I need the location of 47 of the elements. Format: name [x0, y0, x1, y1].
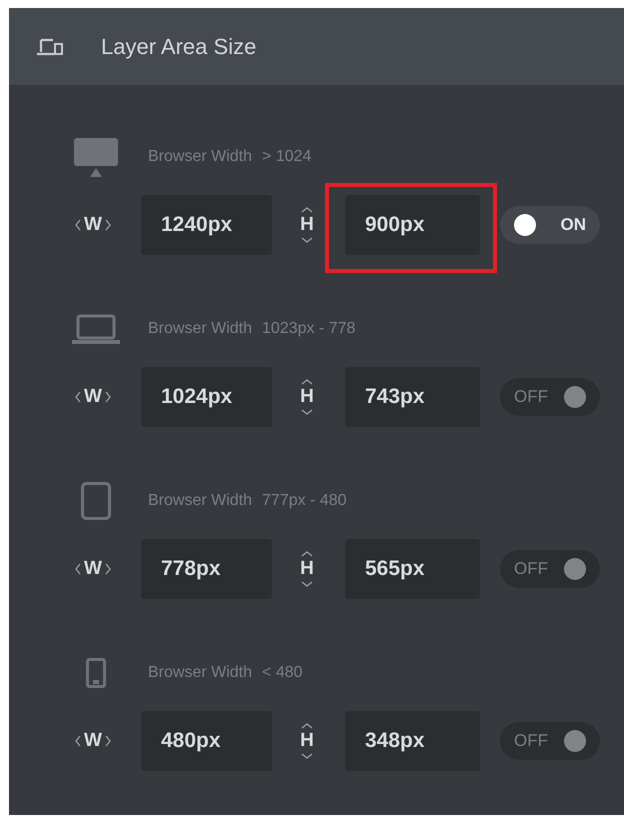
breakpoint-label: Browser Width	[148, 664, 252, 682]
breakpoint-label: Browser Width	[148, 320, 252, 338]
width-label: W	[84, 730, 102, 752]
devices-icon	[37, 36, 63, 56]
left-chevron-icon	[75, 391, 81, 403]
right-chevron-icon	[104, 391, 111, 403]
width-label: W	[84, 558, 102, 580]
breakpoint-range: > 1024	[262, 148, 312, 166]
left-chevron-icon	[75, 219, 81, 231]
breakpoint-range: 777px - 480	[262, 492, 347, 510]
right-chevron-icon	[104, 735, 111, 747]
phone-icon	[86, 658, 106, 688]
height-label: H	[300, 730, 314, 752]
laptop-icon	[72, 314, 120, 344]
down-chevron-icon	[301, 237, 313, 243]
down-chevron-icon	[301, 753, 313, 759]
breakpoint-range: < 480	[262, 664, 303, 682]
breakpoint-label: Browser Width	[148, 148, 252, 166]
toggle-switch[interactable]: ON	[500, 206, 600, 244]
height-label: H	[300, 386, 314, 408]
width-field[interactable]: 1024px	[141, 367, 272, 427]
right-chevron-icon	[104, 219, 111, 231]
up-chevron-icon	[301, 551, 313, 557]
up-chevron-icon	[301, 207, 313, 213]
width-label: W	[84, 214, 102, 236]
breakpoint-label: Browser Width	[148, 492, 252, 510]
breakpoint-range: 1023px - 778	[262, 320, 356, 338]
panel-title: Layer Area Size	[101, 34, 256, 60]
width-field[interactable]: 480px	[141, 711, 272, 771]
width-field[interactable]: 778px	[141, 539, 272, 599]
left-chevron-icon	[75, 735, 81, 747]
up-chevron-icon	[301, 379, 313, 385]
height-field[interactable]: 743px	[345, 367, 480, 427]
height-field[interactable]: 565px	[345, 539, 480, 599]
down-chevron-icon	[301, 581, 313, 587]
left-chevron-icon	[75, 563, 81, 575]
right-chevron-icon	[104, 563, 111, 575]
height-label: H	[300, 214, 314, 236]
tablet-icon	[81, 482, 111, 520]
down-chevron-icon	[301, 409, 313, 415]
width-label: W	[84, 386, 102, 408]
up-chevron-icon	[301, 723, 313, 729]
height-field[interactable]: 348px	[345, 711, 480, 771]
height-field[interactable]: 900px	[345, 195, 480, 255]
width-field[interactable]: 1240px	[141, 195, 272, 255]
height-label: H	[300, 558, 314, 580]
monitor-icon	[73, 137, 119, 177]
